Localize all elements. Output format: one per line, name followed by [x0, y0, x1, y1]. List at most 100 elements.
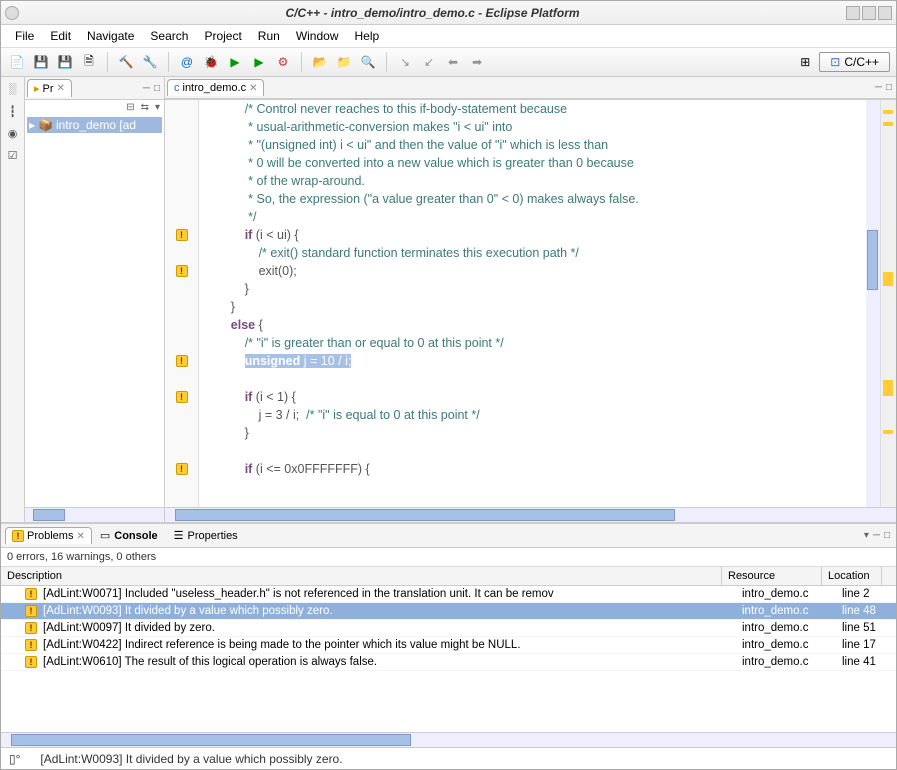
- app-window: C/C++ - intro_demo/intro_demo.c - Eclips…: [0, 0, 897, 770]
- editor-hscroll[interactable]: [165, 507, 896, 522]
- next-annotation-button[interactable]: ↘: [395, 52, 415, 72]
- problems-summary: 0 errors, 16 warnings, 0 others: [1, 548, 896, 567]
- project-explorer-tab[interactable]: ▸ Pr ✕: [27, 79, 72, 97]
- editor: /* Control never reaches to this if-body…: [165, 99, 896, 507]
- save-button[interactable]: 💾: [31, 52, 51, 72]
- ext-tools-button[interactable]: ⚙: [273, 52, 293, 72]
- menu-edit[interactable]: Edit: [44, 27, 77, 45]
- project-toolbar: ⊟ ⇆ ▾: [25, 100, 164, 115]
- print-button[interactable]: 🗎: [79, 52, 99, 72]
- open-perspective-button[interactable]: ⊞: [795, 52, 815, 72]
- outline-icon[interactable]: ┇: [5, 105, 21, 121]
- app-icon: [5, 6, 19, 20]
- perspective-cpp[interactable]: ⊡C/C++: [819, 52, 890, 72]
- minimize-button[interactable]: [846, 6, 860, 20]
- separator: [301, 52, 302, 72]
- bottom-panel: Problems ✕ ▭ Console ☰ Properties ▾ ─ □ …: [1, 522, 896, 747]
- maximize-editor-icon[interactable]: □: [884, 82, 894, 93]
- menu-window[interactable]: Window: [290, 27, 345, 45]
- col-location[interactable]: Location: [822, 567, 882, 585]
- menu-navigate[interactable]: Navigate: [81, 27, 140, 45]
- menu-help[interactable]: Help: [349, 27, 386, 45]
- console-icon: ▭: [100, 529, 110, 542]
- close-editor-tab-icon[interactable]: ✕: [249, 83, 257, 94]
- col-resource[interactable]: Resource: [722, 567, 822, 585]
- project-hscroll[interactable]: [25, 507, 164, 522]
- project-icon: 📦: [38, 118, 53, 132]
- overview-ruler[interactable]: [880, 100, 896, 507]
- menu-file[interactable]: File: [9, 27, 40, 45]
- problems-header: Description Resource Location: [1, 567, 896, 586]
- tasks-icon[interactable]: ☑: [5, 149, 21, 165]
- left-trim: ░ ┇ ◉ ☑: [1, 77, 25, 522]
- table-row[interactable]: [AdLint:W0097] It divided by zero.intro_…: [1, 620, 896, 637]
- minimize-view-icon[interactable]: ─: [871, 530, 882, 541]
- bottom-tabs: Problems ✕ ▭ Console ☰ Properties ▾ ─ □: [1, 524, 896, 548]
- table-row[interactable]: [AdLint:W0071] Included "useless_header.…: [1, 586, 896, 603]
- warning-icon: [25, 605, 37, 617]
- collapse-all-icon[interactable]: ⊟: [124, 102, 136, 113]
- new-button[interactable]: 📄: [7, 52, 27, 72]
- debug-button[interactable]: 🐞: [201, 52, 221, 72]
- expand-icon[interactable]: ▸: [29, 118, 35, 132]
- problems-icon: [12, 530, 24, 542]
- build-all-button[interactable]: 🔧: [140, 52, 160, 72]
- tab-properties[interactable]: ☰ Properties: [166, 526, 246, 545]
- view-menu-icon[interactable]: ▾: [153, 102, 162, 113]
- col-description[interactable]: Description: [1, 567, 722, 585]
- problems-hscroll[interactable]: [1, 732, 896, 747]
- status-message: [AdLint:W0093] It divided by a value whi…: [40, 752, 342, 766]
- menu-search[interactable]: Search: [144, 27, 194, 45]
- run-last-button[interactable]: ▶: [249, 52, 269, 72]
- tab-problems[interactable]: Problems ✕: [5, 527, 92, 544]
- back-button[interactable]: ⬅: [443, 52, 463, 72]
- forward-button[interactable]: ➡: [467, 52, 487, 72]
- run-button[interactable]: ▶: [225, 52, 245, 72]
- problems-table[interactable]: [AdLint:W0071] Included "useless_header.…: [1, 586, 896, 732]
- editor-tab-intro-demo[interactable]: c intro_demo.c ✕: [167, 79, 264, 96]
- menu-project[interactable]: Project: [198, 27, 247, 45]
- build-button[interactable]: 🔨: [116, 52, 136, 72]
- window-controls: [846, 6, 892, 20]
- window-title: C/C++ - intro_demo/intro_demo.c - Eclips…: [19, 6, 846, 20]
- menubar: File Edit Navigate Search Project Run Wi…: [1, 25, 896, 48]
- warning-icon: [25, 588, 37, 600]
- minimize-editor-icon[interactable]: ─: [873, 82, 884, 93]
- statusbar: ▯° [AdLint:W0093] It divided by a value …: [1, 747, 896, 769]
- main-toolbar: 📄 💾 💾 🗎 🔨 🔧 @ 🐞 ▶ ▶ ⚙ 📂 📁 🔍 ↘ ↙ ⬅ ➡ ⊞ ⊡C…: [1, 48, 896, 77]
- table-row[interactable]: [AdLint:W0610] The result of this logica…: [1, 654, 896, 671]
- open-type-button[interactable]: @: [177, 52, 197, 72]
- open-folder-button[interactable]: 📁: [334, 52, 354, 72]
- project-tabs: ▸ Pr ✕ ─ □: [25, 77, 164, 100]
- maximize-button[interactable]: [862, 6, 876, 20]
- close-button[interactable]: [878, 6, 892, 20]
- warning-icon: [25, 656, 37, 668]
- tab-console[interactable]: ▭ Console: [92, 526, 166, 545]
- open-button[interactable]: 📂: [310, 52, 330, 72]
- save-all-button[interactable]: 💾: [55, 52, 75, 72]
- trim-icon[interactable]: ░: [5, 83, 21, 99]
- project-tree[interactable]: ▸ 📦 intro_demo [ad: [25, 115, 164, 507]
- maximize-view-icon[interactable]: □: [882, 530, 892, 541]
- project-explorer: ▸ Pr ✕ ─ □ ⊟ ⇆ ▾ ▸ 📦 intro_demo [ad: [25, 77, 165, 522]
- maximize-view-icon[interactable]: □: [152, 83, 162, 94]
- menu-run[interactable]: Run: [252, 27, 286, 45]
- close-tab-icon[interactable]: ✕: [57, 83, 65, 94]
- link-editor-icon[interactable]: ⇆: [139, 102, 151, 113]
- close-tab-icon[interactable]: ✕: [76, 531, 84, 542]
- warning-icon: [25, 639, 37, 651]
- code-area[interactable]: /* Control never reaches to this if-body…: [199, 100, 880, 507]
- editor-vscroll[interactable]: [866, 100, 880, 507]
- editor-gutter[interactable]: [165, 100, 199, 507]
- prev-annotation-button[interactable]: ↙: [419, 52, 439, 72]
- search-button[interactable]: 🔍: [358, 52, 378, 72]
- targets-icon[interactable]: ◉: [5, 127, 21, 143]
- editor-area: c intro_demo.c ✕ ─ □ /* Control never re…: [165, 77, 896, 522]
- tree-item-project[interactable]: ▸ 📦 intro_demo [ad: [27, 117, 162, 133]
- view-menu-icon[interactable]: ▾: [862, 530, 871, 541]
- status-icon: ▯°: [9, 752, 20, 766]
- table-row[interactable]: [AdLint:W0422] Indirect reference is bei…: [1, 637, 896, 654]
- minimize-view-icon[interactable]: ─: [141, 83, 152, 94]
- main-area: ░ ┇ ◉ ☑ ▸ Pr ✕ ─ □ ⊟ ⇆ ▾: [1, 77, 896, 522]
- table-row[interactable]: [AdLint:W0093] It divided by a value whi…: [1, 603, 896, 620]
